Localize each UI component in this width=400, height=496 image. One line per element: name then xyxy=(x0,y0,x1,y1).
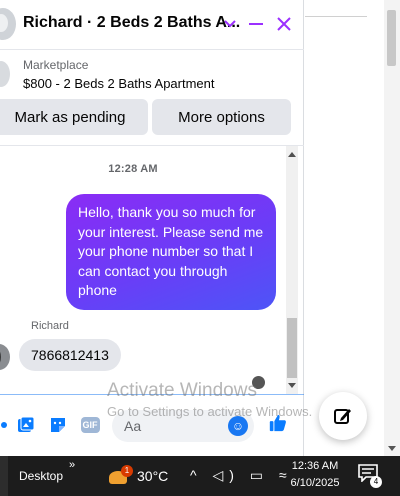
background-divider xyxy=(305,16,367,17)
photo-icon[interactable] xyxy=(16,415,36,435)
taskbar: Desktop » 1 30°C ^ ◁) ▭ ≈ 12:36 AM 6/10/… xyxy=(0,456,400,496)
chevron-down-icon[interactable] xyxy=(218,12,242,36)
composer-divider xyxy=(0,394,304,395)
chat-header: Richard · 2 Beds 2 Baths A... xyxy=(0,0,304,50)
message-input[interactable]: Aa ☺ xyxy=(112,410,254,442)
new-message-button[interactable] xyxy=(319,392,367,440)
outgoing-message[interactable]: Hello, thank you so much for your intere… xyxy=(66,194,276,310)
compose-icon xyxy=(334,409,351,424)
toolbar-expand-icon[interactable]: » xyxy=(69,459,75,471)
marketplace-listing[interactable]: Marketplace $800 - 2 Beds 2 Baths Apartm… xyxy=(0,55,304,95)
marketplace-label: Marketplace xyxy=(23,58,89,72)
weather-badge: 1 xyxy=(121,465,133,477)
message-input-placeholder: Aa xyxy=(124,418,142,434)
minimize-icon[interactable] xyxy=(244,12,268,36)
composer: GIF Aa ☺ xyxy=(0,403,304,447)
more-options-button[interactable]: More options xyxy=(152,99,291,135)
desktop-toolbar-label[interactable]: Desktop xyxy=(19,469,63,483)
sender-avatar[interactable] xyxy=(0,344,10,370)
mark-as-pending-button[interactable]: Mark as pending xyxy=(0,99,148,135)
chat-scrollbar-thumb[interactable] xyxy=(287,318,297,378)
seen-receipt-avatar xyxy=(252,376,265,389)
clock-date[interactable]: 6/10/2025 xyxy=(289,477,341,489)
listing-title: $800 - 2 Beds 2 Baths Apartment xyxy=(23,76,215,91)
taskbar-edge xyxy=(0,456,8,496)
scroll-down-arrow-icon[interactable] xyxy=(288,383,296,388)
clock-time[interactable]: 12:36 AM xyxy=(289,460,341,472)
chat-title[interactable]: Richard · 2 Beds 2 Baths A... xyxy=(23,14,240,32)
notification-count: 4 xyxy=(370,476,382,488)
more-actions-icon[interactable] xyxy=(0,415,14,435)
contact-avatar[interactable] xyxy=(0,8,16,40)
incoming-message[interactable]: 7866812413 xyxy=(19,339,121,371)
chat-scrollbar[interactable] xyxy=(286,146,298,394)
weather-icon[interactable]: 1 xyxy=(105,465,133,487)
emoji-icon[interactable]: ☺ xyxy=(228,416,248,436)
sticker-icon[interactable] xyxy=(48,415,68,435)
listing-thumbnail xyxy=(0,61,10,87)
scroll-down-arrow-icon[interactable] xyxy=(388,446,396,451)
window-scrollbar-thumb[interactable] xyxy=(387,10,396,66)
gif-icon[interactable]: GIF xyxy=(80,415,100,435)
message-timestamp: 12:28 AM xyxy=(108,163,158,175)
header-divider xyxy=(0,49,304,50)
message-list: 12:28 AM Hello, thank you so much for yo… xyxy=(0,146,292,394)
sender-name: Richard xyxy=(31,320,69,332)
window-scrollbar[interactable] xyxy=(384,0,400,456)
chat-window: Richard · 2 Beds 2 Baths A... Marketplac… xyxy=(0,0,304,456)
temperature[interactable]: 30°C xyxy=(137,468,168,484)
thumbs-up-icon[interactable] xyxy=(268,413,288,433)
system-tray-icons[interactable]: ^ ◁) ▭ ≈ xyxy=(190,467,293,484)
close-icon[interactable] xyxy=(272,12,296,36)
scroll-up-arrow-icon[interactable] xyxy=(288,152,296,157)
